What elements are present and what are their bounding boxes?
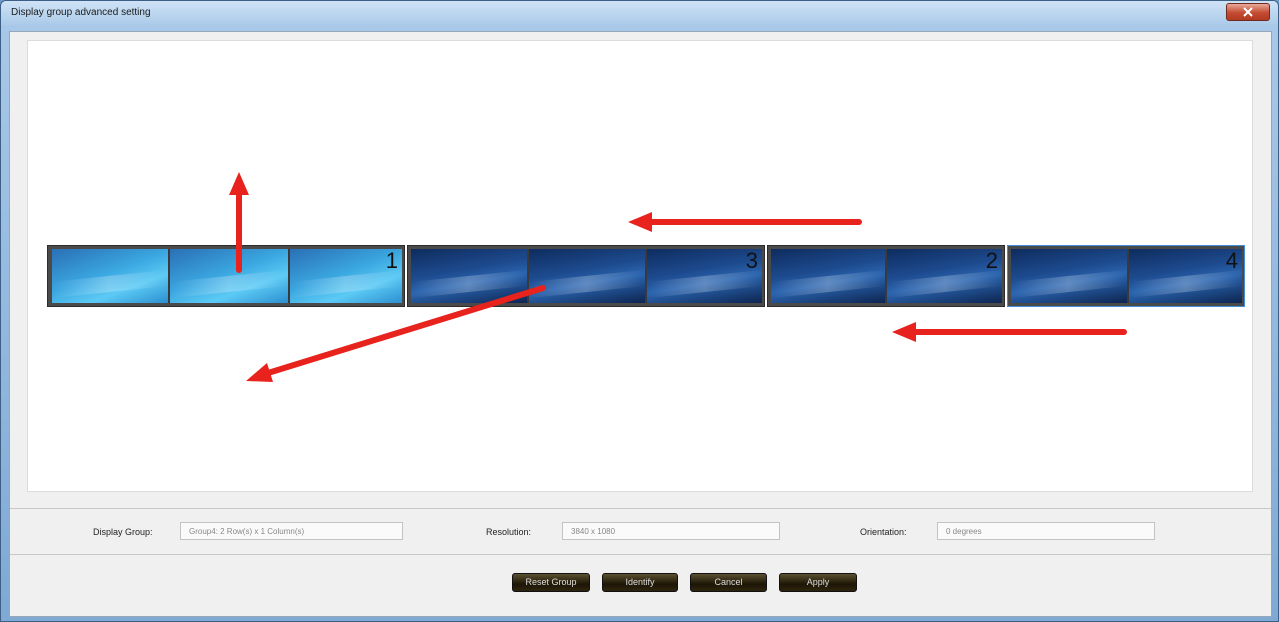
arrow-left-top (628, 212, 862, 232)
monitor-number: 2 (985, 248, 998, 273)
cancel-button[interactable]: Cancel (690, 573, 767, 592)
monitor-number: 3 (745, 248, 758, 273)
dialog-window: Display group advanced setting 1 3 2 4 D… (0, 0, 1279, 622)
arrow-up (229, 172, 249, 273)
arrow-left-bottom (892, 322, 1127, 342)
annotation-arrows (229, 172, 1127, 382)
title-bar[interactable]: Display group advanced setting (1, 1, 1278, 27)
divider (10, 508, 1271, 509)
orientation-field[interactable]: 0 degrees (937, 522, 1155, 540)
resolution-field[interactable]: 3840 x 1080 (562, 522, 780, 540)
resolution-label: Resolution: (486, 527, 532, 537)
close-button[interactable] (1226, 3, 1270, 21)
dialog-client-area: 1 3 2 4 Display Group: Group4: 2 Row(s) … (9, 31, 1272, 617)
apply-button[interactable]: Apply (779, 573, 857, 592)
display-arrangement-canvas: 1 3 2 4 (27, 40, 1253, 492)
arrow-diagonal-down-left (246, 285, 546, 382)
monitor-number: 4 (1225, 248, 1238, 273)
identify-button[interactable]: Identify (602, 573, 678, 592)
close-x-icon (1243, 7, 1253, 17)
window-title: Display group advanced setting (11, 7, 151, 18)
display-group-field[interactable]: Group4: 2 Row(s) x 1 Column(s) (180, 522, 403, 540)
monitor-number: 1 (385, 248, 398, 273)
divider (10, 554, 1271, 555)
reset-group-button[interactable]: Reset Group (512, 573, 590, 592)
orientation-label: Orientation: (860, 527, 907, 537)
display-group-label: Display Group: (93, 527, 153, 537)
